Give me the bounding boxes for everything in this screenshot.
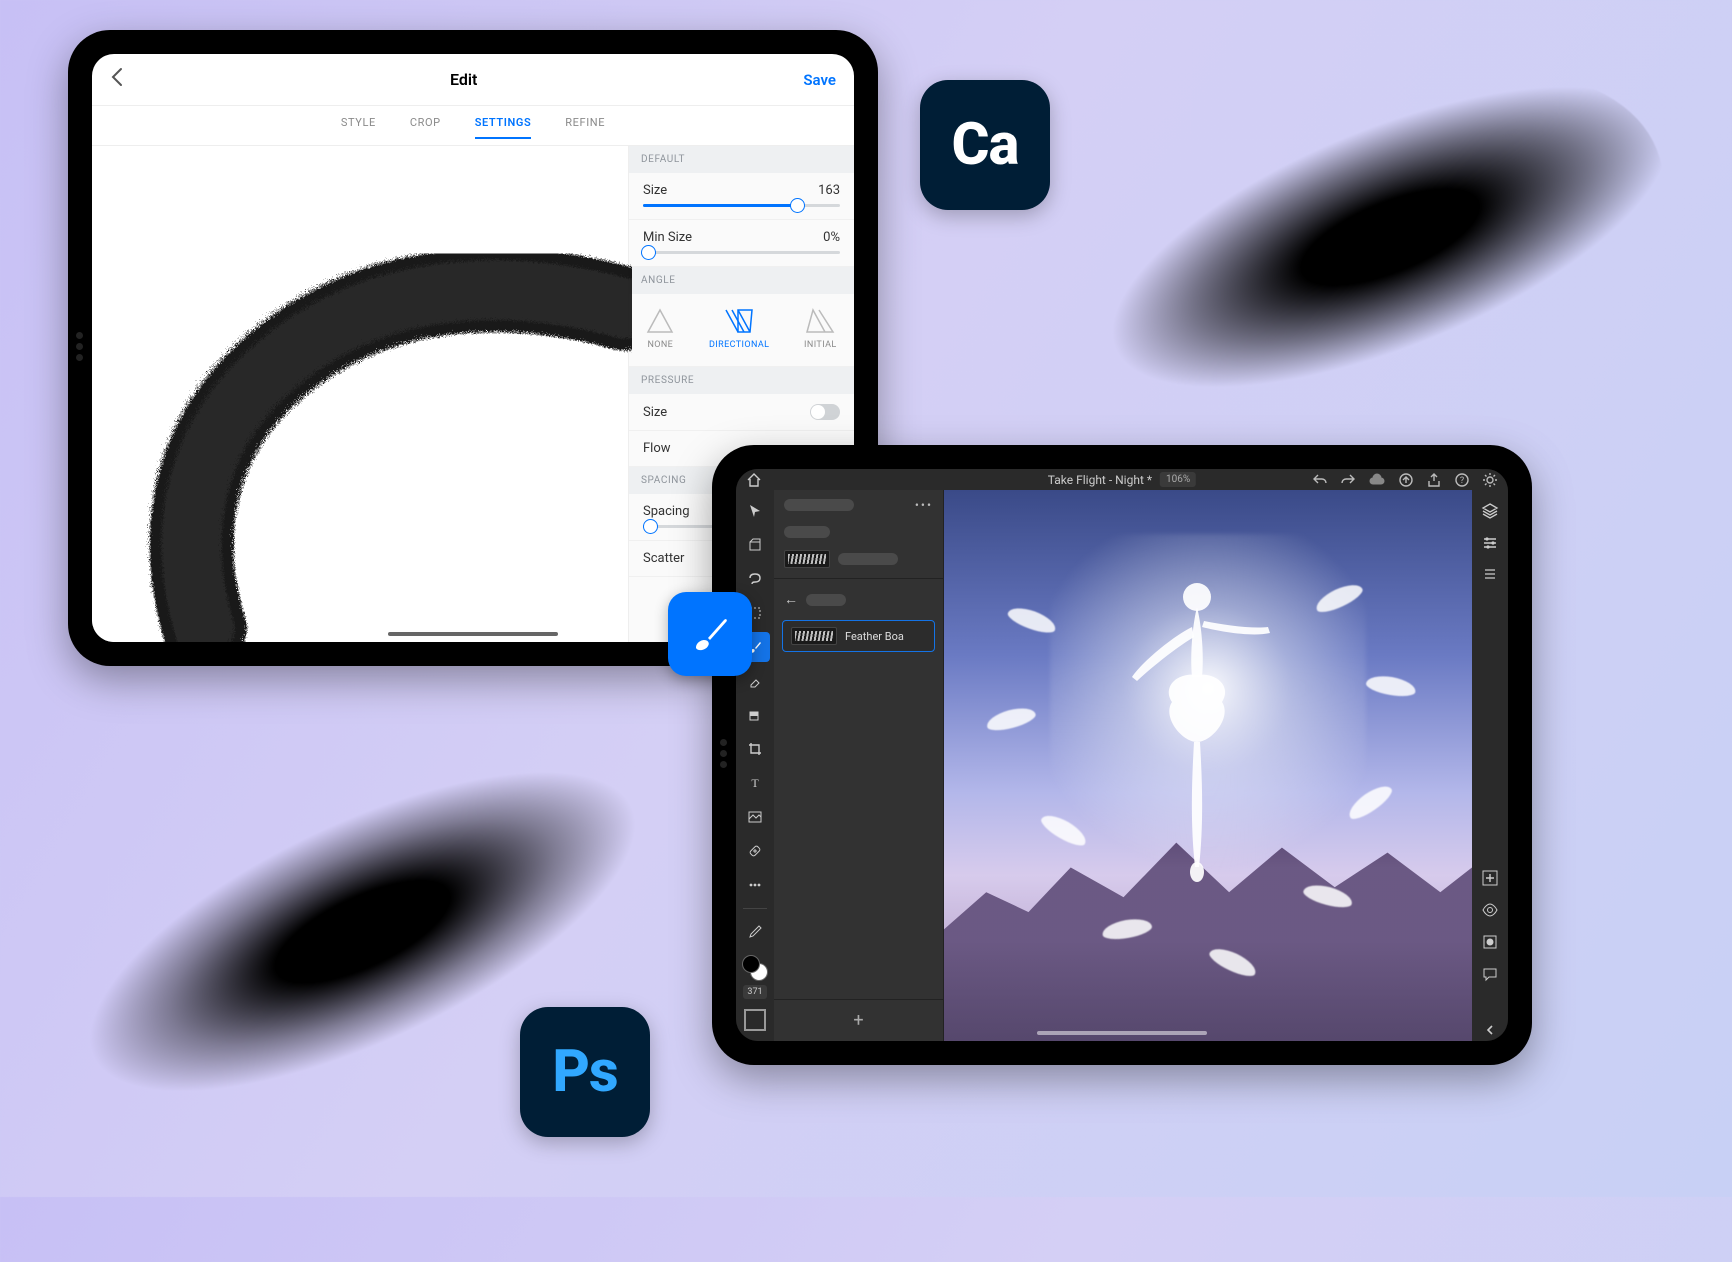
setting-min-size[interactable]: Min Size 0% — [629, 220, 854, 267]
adjustments-icon[interactable] — [1479, 564, 1501, 586]
brush-stroke-preview — [132, 226, 632, 642]
undo-icon[interactable] — [1312, 472, 1328, 488]
ps-canvas[interactable] — [944, 490, 1472, 1041]
pressure-size-toggle[interactable] — [810, 404, 840, 420]
pressure-size-row[interactable]: Size — [629, 394, 854, 431]
move-tool-icon[interactable] — [740, 496, 770, 526]
angle-none[interactable]: NONE — [646, 308, 674, 350]
redo-icon[interactable] — [1340, 472, 1356, 488]
group-default: DEFAULT — [629, 146, 854, 173]
crop-tool-icon[interactable] — [740, 734, 770, 764]
help-icon[interactable]: ? — [1454, 472, 1470, 488]
add-brush-button[interactable]: + — [774, 999, 943, 1041]
share-icon[interactable] — [1426, 472, 1442, 488]
home-indicator — [1037, 1031, 1207, 1035]
chevron-left-icon: ← — [784, 591, 798, 608]
visibility-icon[interactable] — [1479, 899, 1501, 921]
brush-group-row-1[interactable] — [774, 520, 943, 544]
group-pressure: PRESSURE — [629, 367, 854, 394]
minsize-value: 0% — [823, 230, 840, 245]
pressure-flow-label: Flow — [643, 441, 671, 456]
eyedropper-tool-icon[interactable] — [740, 917, 770, 947]
ps-right-toolbar — [1472, 490, 1508, 1041]
canvas-dancer — [1112, 567, 1282, 897]
scatter-label: Scatter — [643, 551, 684, 566]
size-label: Size — [643, 183, 667, 198]
home-icon[interactable] — [746, 472, 762, 488]
brush-selected-row[interactable]: Feather Boa — [782, 620, 935, 652]
brush-app-icon — [668, 592, 752, 676]
back-button[interactable] — [110, 67, 124, 93]
brush-preview-canvas[interactable] — [92, 146, 628, 642]
adobe-photoshop-badge: Ps — [520, 1007, 650, 1137]
page-title: Edit — [450, 70, 477, 89]
brush-panel-title-placeholder — [784, 499, 854, 511]
comments-icon[interactable] — [1479, 963, 1501, 985]
healing-tool-icon[interactable] — [740, 836, 770, 866]
tab-style[interactable]: STYLE — [341, 116, 376, 139]
cloud-sync-icon[interactable] — [1368, 472, 1386, 488]
brush-group-row-2[interactable] — [774, 544, 943, 574]
brush-size-badge[interactable]: 371 — [743, 985, 766, 999]
tab-refine[interactable]: REFINE — [565, 116, 605, 139]
selected-brush-name: Feather Boa — [845, 630, 904, 643]
svg-text:?: ? — [1460, 476, 1464, 486]
ps-left-toolbar: T 371 — [736, 490, 774, 1041]
angle-directional[interactable]: DIRECTIONAL — [709, 308, 769, 350]
send-icon[interactable] — [1398, 472, 1414, 488]
type-tool-icon[interactable]: T — [740, 768, 770, 798]
spacing-label: Spacing — [643, 504, 690, 519]
photoshop-badge-label: Ps — [552, 1038, 617, 1106]
add-icon[interactable] — [1479, 867, 1501, 889]
lasso-tool-icon[interactable] — [740, 564, 770, 594]
layers-icon[interactable] — [1479, 500, 1501, 522]
angle-initial[interactable]: INITIAL — [804, 308, 837, 350]
fill-tool-icon[interactable] — [740, 700, 770, 730]
minsize-label: Min Size — [643, 230, 692, 245]
zoom-level[interactable]: 106% — [1160, 472, 1196, 487]
setting-size[interactable]: Size 163 — [629, 173, 854, 220]
brush-panel-back[interactable]: ← — [774, 583, 943, 616]
pressure-size-label: Size — [643, 405, 667, 420]
mask-icon[interactable] — [1479, 931, 1501, 953]
transform-tool-icon[interactable] — [740, 530, 770, 560]
brush-panel: ••• ← Feathe — [774, 490, 944, 1041]
save-button[interactable]: Save — [803, 71, 836, 89]
home-indicator — [388, 632, 558, 636]
properties-icon[interactable] — [1479, 532, 1501, 554]
group-angle: ANGLE — [629, 267, 854, 294]
size-value: 163 — [818, 183, 840, 198]
ipad-photoshop: Take Flight - Night * 106% ? — [712, 445, 1532, 1065]
tab-settings[interactable]: SETTINGS — [475, 116, 532, 139]
tab-crop[interactable]: CROP — [410, 116, 441, 139]
document-title: Take Flight - Night * — [1048, 473, 1152, 487]
more-tools-icon[interactable] — [740, 870, 770, 900]
size-slider[interactable] — [643, 204, 840, 207]
adobe-capture-badge: Ca — [920, 80, 1050, 210]
decorative-feather-bottom — [0, 632, 732, 1262]
brush-thumb-icon — [791, 627, 837, 645]
place-tool-icon[interactable] — [740, 802, 770, 832]
brush-thumb-icon — [784, 550, 830, 568]
settings-gear-icon[interactable] — [1482, 472, 1498, 488]
svg-text:T: T — [751, 776, 759, 790]
edit-tabs: STYLE CROP SETTINGS REFINE — [92, 106, 854, 146]
capture-badge-label: Ca — [952, 111, 1019, 179]
expand-panel-icon[interactable] — [1479, 1019, 1501, 1041]
minsize-slider[interactable] — [643, 251, 840, 254]
ps-topbar: Take Flight - Night * 106% ? — [736, 469, 1508, 490]
color-swatch[interactable] — [742, 955, 768, 981]
brush-panel-more-icon[interactable]: ••• — [915, 498, 933, 512]
active-layer-thumb[interactable] — [744, 1009, 766, 1031]
